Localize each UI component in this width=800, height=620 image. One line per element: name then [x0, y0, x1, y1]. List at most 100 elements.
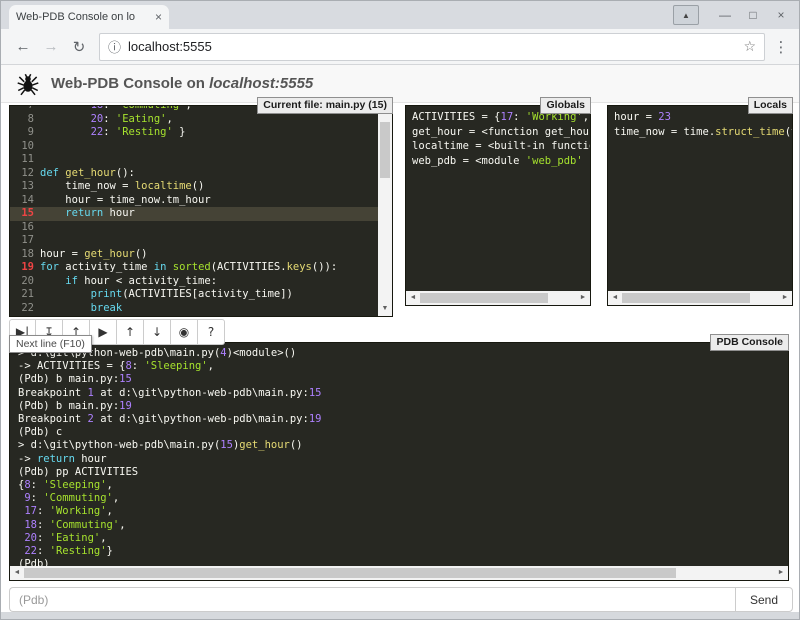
scroll-right-icon[interactable]: ► — [778, 291, 792, 305]
tab-close-icon[interactable]: × — [155, 10, 162, 24]
globals-scrollbar[interactable]: ◄ ► — [406, 291, 590, 305]
line-number: 13 — [10, 180, 40, 194]
line-number: 18 — [10, 248, 40, 262]
code-line: 9 22: 'Resting' } — [10, 126, 378, 140]
console-line: 18: 'Commuting', — [18, 519, 780, 532]
line-number: 15 — [10, 207, 40, 221]
code-line: 15 return hour — [10, 207, 378, 221]
frame-down-icon: ↓ — [152, 325, 162, 339]
window-controls: ▲ — □ × — [673, 1, 795, 29]
code-line: 18hour = get_hour() — [10, 248, 378, 262]
code-line: 17 — [10, 234, 378, 248]
send-button[interactable]: Send — [735, 587, 793, 612]
address-bar[interactable]: ⓘ localhost:5555 ☆ — [99, 33, 765, 61]
console-line: 22: 'Resting'} — [18, 545, 780, 558]
console-line: Breakpoint 2 at d:\git\python-web-pdb\ma… — [18, 413, 780, 426]
scrollbar-thumb[interactable] — [24, 568, 676, 578]
page-title: Web-PDB Console on localhost:5555 — [51, 75, 313, 92]
forward-icon[interactable]: → — [39, 38, 63, 55]
pdb-command-input[interactable] — [9, 587, 735, 612]
line-number: 9 — [10, 126, 40, 140]
help-button[interactable]: ? — [198, 319, 225, 345]
locals-line: time_now = time.struct_time(tm_yea — [614, 125, 786, 140]
url-text[interactable]: localhost:5555 — [128, 39, 743, 54]
line-number: 22 — [10, 302, 40, 316]
line-number: 20 — [10, 275, 40, 289]
scroll-left-icon[interactable]: ◄ — [10, 566, 24, 580]
scroll-left-icon[interactable]: ◄ — [608, 291, 622, 305]
console-line: (Pdb) pp ACTIVITIES — [18, 466, 780, 479]
bug-icon — [15, 71, 41, 97]
site-header: Web-PDB Console on localhost:5555 — [1, 65, 799, 103]
help-icon: ? — [208, 325, 214, 339]
code-line: 8 20: 'Eating', — [10, 113, 378, 127]
next-line-tooltip: Next line (F10) — [9, 335, 92, 353]
locals-content: hour = 23time_now = time.struct_time(tm_… — [608, 106, 792, 291]
console-line: -> ACTIVITIES = {8: 'Sleeping', — [18, 360, 780, 373]
tab-strip: Web-PDB Console on lo × ▲ — □ × — [1, 1, 799, 29]
maximize-button[interactable]: □ — [739, 1, 767, 29]
code-line: 11 — [10, 153, 378, 167]
window-bottom-edge — [1, 612, 799, 619]
page-title-host: localhost:5555 — [209, 75, 313, 92]
console-line: Breakpoint 1 at d:\git\python-web-pdb\ma… — [18, 387, 780, 400]
console-line: -> return hour — [18, 453, 780, 466]
scrollbar-thumb[interactable] — [622, 293, 750, 303]
console-line: 17: 'Working', — [18, 505, 780, 518]
line-number: 17 — [10, 234, 40, 248]
locals-scrollbar[interactable]: ◄ ► — [608, 291, 792, 305]
close-window-button[interactable]: × — [767, 1, 795, 29]
globals-line: get_hour = <function get_hour at 0 — [412, 125, 584, 140]
line-number: 21 — [10, 288, 40, 302]
console-line: {8: 'Sleeping', — [18, 479, 780, 492]
globals-line: web_pdb = <module 'web_pdb' from ' — [412, 154, 584, 169]
line-number: 19 — [10, 261, 40, 275]
bookmark-star-icon[interactable]: ☆ — [743, 38, 756, 55]
line-number: 11 — [10, 153, 40, 167]
page-title-prefix: Web-PDB Console on — [51, 75, 209, 92]
console-input-row: Send — [9, 587, 793, 612]
console-line: (Pdb) b main.py:19 — [18, 400, 780, 413]
line-number: 12 — [10, 167, 40, 181]
locals-label: Locals — [748, 97, 793, 114]
scroll-left-icon[interactable]: ◄ — [406, 291, 420, 305]
line-number: 16 — [10, 221, 40, 235]
browser-menu-icon[interactable]: ⋮ — [771, 38, 791, 56]
globals-label: Globals — [540, 97, 591, 114]
frame-down-button[interactable]: ↓ — [144, 319, 171, 345]
back-icon[interactable]: ← — [11, 38, 35, 55]
minimize-button[interactable]: — — [711, 1, 739, 29]
code-scrollbar[interactable]: ▲ ▼ — [378, 106, 392, 316]
locals-panel: Locals hour = 23time_now = time.struct_t… — [607, 105, 793, 306]
console-line: 9: 'Commuting', — [18, 492, 780, 505]
code-line: 21 print(ACTIVITIES[activity_time]) — [10, 288, 378, 302]
continue-icon: ▶ — [98, 325, 107, 339]
browser-tab[interactable]: Web-PDB Console on lo × — [9, 5, 169, 29]
console-line: (Pdb) c — [18, 426, 780, 439]
console-line: > d:\git\python-web-pdb\main.py(4)<modul… — [18, 347, 780, 360]
console-line: 20: 'Eating', — [18, 532, 780, 545]
pin-window-icon[interactable]: ▲ — [673, 5, 699, 25]
code-line: 16 — [10, 221, 378, 235]
page-info-icon[interactable]: ⓘ — [108, 37, 121, 56]
code-line: 13 time_now = localtime() — [10, 180, 378, 194]
code-line: 19for activity_time in sorted(ACTIVITIES… — [10, 261, 378, 275]
frame-up-button[interactable]: ↑ — [117, 319, 144, 345]
scroll-right-icon[interactable]: ► — [774, 566, 788, 580]
console-line: > d:\git\python-web-pdb\main.py(15)get_h… — [18, 439, 780, 452]
console-scrollbar[interactable]: ◄ ► — [10, 566, 788, 580]
continue-button[interactable]: ▶ — [90, 319, 117, 345]
code-line: 14 hour = time_now.tm_hour — [10, 194, 378, 208]
code-line: 22 break — [10, 302, 378, 316]
pdb-console-output: > d:\git\python-web-pdb\main.py(4)<modul… — [10, 343, 788, 566]
scrollbar-thumb[interactable] — [420, 293, 548, 303]
where-button[interactable]: ◉ — [171, 319, 198, 345]
globals-line: localtime = <built-in function loc — [412, 139, 584, 154]
scroll-right-icon[interactable]: ► — [576, 291, 590, 305]
globals-content: ACTIVITIES = {17: 'Working', 18: 'get_ho… — [406, 106, 590, 291]
scrollbar-thumb[interactable] — [380, 122, 390, 178]
code-editor: 7 18: 'Commuting',8 20: 'Eating',9 22: '… — [10, 106, 378, 316]
reload-icon[interactable]: ↻ — [67, 38, 91, 56]
pdb-console-label: PDB Console — [710, 334, 789, 351]
scroll-down-icon[interactable]: ▼ — [378, 302, 392, 316]
